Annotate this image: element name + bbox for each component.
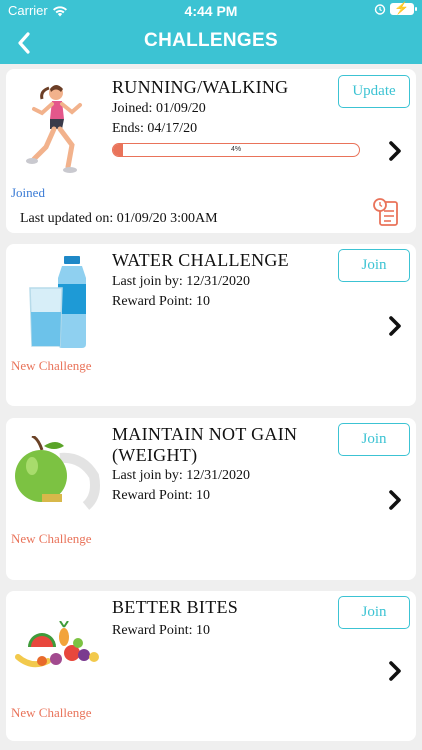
challenge-title: BETTER BITES [112,597,239,617]
water-bottle-icon [29,256,86,348]
status-bar: Carrier 4:44 PM ⚡ [0,0,422,22]
runner-icon [26,85,82,173]
alarm-icon [374,4,386,15]
status-new-challenge: New Challenge [11,531,92,546]
last-join-date: Last join by: 12/31/2020 [112,468,251,483]
chevron-right-icon[interactable] [386,314,404,338]
status-joined: Joined [11,185,45,200]
page-title: CHALLENGES [144,30,278,51]
chevron-right-icon[interactable] [386,659,404,683]
progress-bar: 4% [112,143,360,157]
header-bar: Carrier 4:44 PM ⚡ CHALLENGES [0,0,422,64]
status-new-challenge: New Challenge [11,705,92,720]
last-updated-text: Last updated on: 01/09/20 3:00AM [20,211,218,226]
status-new-challenge: New Challenge [11,358,92,373]
reward-points: Reward Point: 10 [112,623,210,638]
challenge-card-maintain-weight[interactable]: MAINTAIN NOT GAIN (WEIGHT) Last join by:… [6,418,416,580]
reward-points: Reward Point: 10 [112,488,210,503]
chevron-right-icon[interactable] [386,139,404,163]
challenge-end-date: Ends: 04/17/20 [112,121,198,136]
battery-icon: ⚡ [390,2,417,15]
challenge-title-line-2: (WEIGHT) [112,445,198,465]
last-join-date: Last join by: 12/31/2020 [112,274,251,289]
fruits-icon [15,621,99,668]
challenge-card-water[interactable]: WATER CHALLENGE Last join by: 12/31/2020… [6,244,416,406]
apple-tape-icon [15,436,100,510]
chevron-right-icon[interactable] [386,488,404,512]
nav-bar: CHALLENGES [0,22,422,64]
status-right: ⚡ [374,2,417,15]
progress-label: 4% [230,146,242,153]
update-button[interactable]: Update [338,75,410,108]
join-button[interactable]: Join [338,249,410,282]
challenge-title: RUNNING/WALKING [112,77,289,97]
challenge-card-running[interactable]: RUNNING/WALKING Joined: 01/09/20 Ends: 0… [6,69,416,233]
activity-log-icon[interactable] [372,197,400,227]
reward-points: Reward Point: 10 [112,294,210,309]
join-button[interactable]: Join [338,423,410,456]
challenge-joined-date: Joined: 01/09/20 [112,101,206,116]
challenge-title: WATER CHALLENGE [112,250,289,270]
challenge-title-line-1: MAINTAIN NOT GAIN [112,424,298,444]
join-button[interactable]: Join [338,596,410,629]
clock: 4:44 PM [184,3,238,19]
challenge-card-better-bites[interactable]: BETTER BITES Reward Point: 10 Join New C… [6,591,416,741]
